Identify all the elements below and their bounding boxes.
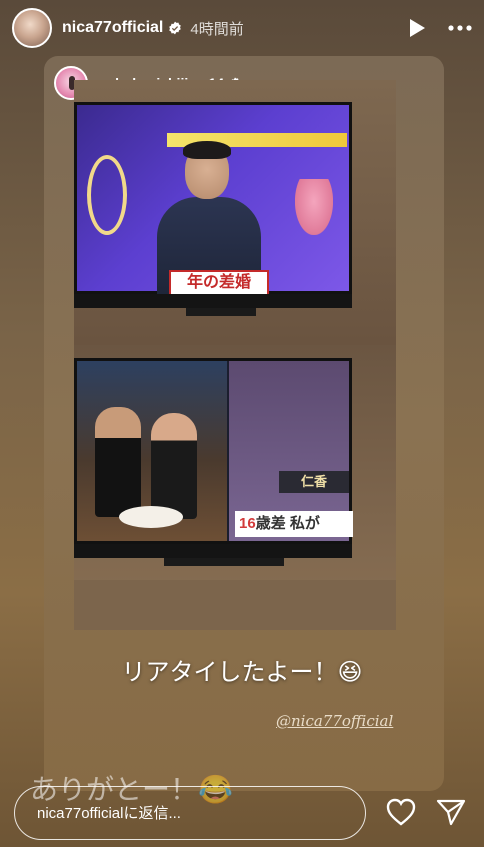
dessert-plate (119, 506, 183, 528)
neon-decoration (87, 155, 127, 235)
story-caption: リアタイしたよー！😆 (121, 658, 363, 686)
tv-bezel-top (74, 294, 352, 308)
age-gap-number: 16 (239, 515, 256, 532)
tv-name-tag: 仁香 (279, 471, 349, 493)
tv-stand-top (186, 308, 256, 316)
username[interactable]: nica77official (62, 19, 163, 37)
reply-input[interactable] (14, 786, 366, 840)
couple-scene (77, 361, 227, 541)
tv-screen-top: 年の差婚 (74, 102, 352, 297)
tv-screen-bottom: 仁香 16歳差 私が (74, 358, 353, 544)
post-time: 4時間前 (190, 20, 244, 38)
age-gap-text: 歳差 私が (255, 515, 320, 532)
play-icon[interactable] (408, 18, 426, 38)
person-man (95, 407, 141, 517)
tv-cabinet (74, 580, 396, 630)
host-hair (183, 141, 231, 159)
like-heart-icon[interactable] (386, 798, 416, 826)
more-options-icon[interactable] (448, 25, 472, 31)
tv-caption-bottom: 16歳差 私が (235, 511, 353, 537)
tv-stand-bottom (164, 558, 284, 566)
story-header: nica77official 4時間前 (0, 0, 484, 56)
flamingo-decoration (295, 179, 333, 235)
profile-avatar[interactable] (12, 8, 52, 48)
verified-badge-icon (169, 21, 182, 35)
tv-caption: 年の差婚 (169, 270, 269, 296)
tv-bezel-bottom (74, 544, 352, 558)
send-icon[interactable] (436, 798, 466, 826)
tv-photo: 年の差婚 仁香 16歳差 私が (74, 80, 396, 630)
person-woman (151, 413, 197, 519)
mention-sticker[interactable]: @nica77official (276, 712, 393, 730)
